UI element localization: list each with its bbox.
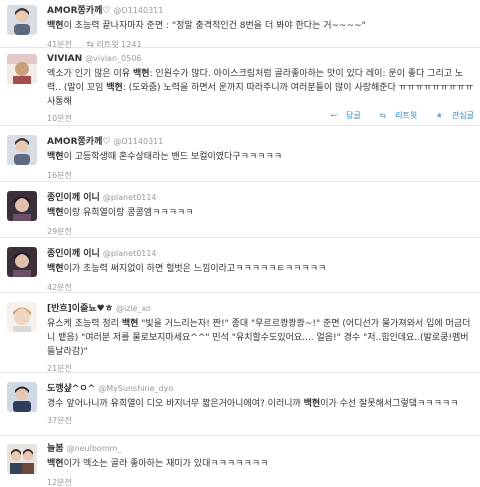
tweet-text: 백현이 초능력 끝나자마자 준면 : "정말 충격적인건 8번을 더 봐야 한다… [47, 19, 474, 33]
user-name[interactable]: AMOR쫑카께♡ [47, 6, 110, 16]
avatar[interactable] [7, 302, 37, 332]
tweet-text: 경수 앞어나니까 유희열이 디오 바지너무 짧은거아니에여? 이러니까 백현이가… [47, 397, 474, 411]
user-handle[interactable]: @vivian_0506 [85, 54, 141, 63]
tweet-body: AMOR쫑카께♡ @O1140311 백현이 고등학생때 혼수상태라는 밴드 보컬… [47, 135, 474, 182]
tweet-text: 엑소가 인기 많은 이유 백현: 인원수가 많다. 아이스크림처럼 골라좋아하는… [47, 67, 474, 109]
tweet-header: 종인이께 이니 @planet0114 [47, 191, 474, 204]
star-icon: ★ [435, 111, 443, 120]
tweet-text-part: 이가 수선 잘못해서그렇댘ㅋㅋㅋㅋㅋ [320, 399, 459, 409]
avatar[interactable] [7, 54, 37, 84]
tweet-meta: 37분전 [47, 415, 474, 427]
highlight-keyword: 백현 [47, 459, 64, 469]
tweet-actions: ↩ 답글 ⇆ 리트윗 ★ 관심글 [314, 110, 474, 121]
user-handle[interactable]: @O1140311 [113, 6, 163, 15]
user-name[interactable]: 도깽샾^ㅇ^ [47, 384, 95, 394]
avatar[interactable] [7, 444, 37, 474]
tweet-item[interactable]: 늘봄 @neulbomm_ 백현이가 엑소는 골라 좋아하는 재미가 있대ㅋㅋㅋㅋ… [0, 436, 480, 487]
user-handle[interactable]: @planet0114 [103, 249, 157, 258]
tweet-header: [반흐]이즐뇨♥ㅎ @izle_xo [47, 302, 474, 315]
tweet-header: AMOR쫑카께♡ @O1140311 [47, 135, 474, 148]
tweet-header: 도깽샾^ㅇ^ @MySunshine_dyo [47, 382, 474, 395]
tweet-time[interactable]: 21분전 [47, 364, 72, 373]
favorite-label: 관심글 [451, 111, 474, 120]
reply-button[interactable]: ↩ 답글 [322, 111, 360, 120]
tweet-header: VIVIAN @vivian_0506 [47, 52, 474, 65]
highlight-keyword: 백현 [47, 264, 64, 274]
avatar[interactable] [7, 247, 37, 277]
tweet-time[interactable]: 16분전 [47, 171, 72, 180]
highlight-keyword: 백현 [47, 208, 64, 218]
avatar[interactable] [7, 135, 37, 165]
user-handle[interactable]: @izle_xo [116, 304, 151, 313]
tweet-meta: 29분전 [47, 226, 474, 238]
tweet-body: AMOR쫑카께♡ @O1140311 백현이 초능력 끝나자마자 준면 : "정말… [47, 4, 474, 51]
favorite-button[interactable]: ★ 관심글 [428, 111, 474, 120]
highlight-keyword: 백현 [47, 21, 64, 31]
tweet-time[interactable]: 29분전 [47, 227, 72, 236]
tweet-text: 백현이 고등학생때 혼수상태라는 밴드 보컬이였다구ㅋㅋㅋㅋㅋ [47, 150, 474, 164]
avatar[interactable] [7, 191, 37, 221]
avatar[interactable] [7, 382, 37, 412]
reply-icon: ↩ [330, 111, 338, 120]
tweet-feed: AMOR쫑카께♡ @O1140311 백현이 초능력 끝나자마자 준면 : "정말… [0, 0, 480, 487]
user-handle[interactable]: @MySunshine_dyo [98, 384, 173, 393]
tweet-time[interactable]: 37분전 [47, 416, 72, 425]
tweet-text-part: 유스케 초능력 정리 [47, 319, 122, 329]
tweet-body: 종인이께 이니 @planet0114 백현이랑 유희열이랑 콩콩엠ㅋㅋㅋㅋㅋ 2… [47, 191, 474, 238]
tweet-text: 유스케 초능력 정리 백현 "빛을 거느리는자! 짠!" 종대 "우르르쾅쾅쾅~… [47, 317, 474, 359]
tweet-body: [반흐]이즐뇨♥ㅎ @izle_xo 유스케 초능력 정리 백현 "빛을 거느리는… [47, 302, 474, 375]
tweet-item[interactable]: [반흐]이즐뇨♥ㅎ @izle_xo 유스케 초능력 정리 백현 "빛을 거느리는… [0, 293, 480, 373]
tweet-time[interactable]: 10분전 [47, 114, 72, 123]
tweet-body: 도깽샾^ㅇ^ @MySunshine_dyo 경수 앞어나니까 유희열이 디오 바… [47, 382, 474, 427]
user-handle[interactable]: @planet0114 [103, 193, 157, 202]
tweet-header: AMOR쫑카께♡ @O1140311 [47, 4, 474, 17]
tweet-text-content: 이가 엑소는 골라 좋아하는 재미가 있대ㅋㅋㅋㅋㅋㅋㅋ [63, 459, 269, 469]
tweet-text-part: 경수 앞어나니까 유희열이 디오 바지너무 짧은거아니에여? 이러니까 [47, 399, 304, 409]
tweet-text-content: 이 초능력 끝나자마자 준면 : "정말 충격적인건 8번을 더 봐야 한다는 … [63, 21, 366, 31]
tweet-body: 종인이께 이니 @planet0114 백현이가 초능력 써지없이 하면 헐벗은 … [47, 247, 474, 294]
tweet-item[interactable]: AMOR쫑카께♡ @O1140311 백현이 초능력 끝나자마자 준면 : "정말… [0, 0, 480, 51]
retweet-icon: ⇆ [379, 111, 387, 120]
tweet-time[interactable]: 12분전 [47, 478, 72, 487]
user-name[interactable]: AMOR쫑카께♡ [47, 137, 110, 147]
highlight-keyword: 백현 [121, 319, 139, 329]
highlight-keyword: 백현 [106, 83, 123, 93]
tweet-item[interactable]: 종인이께 이니 @planet0114 백현이랑 유희열이랑 콩콩엠ㅋㅋㅋㅋㅋ 2… [0, 182, 480, 238]
retweet-button[interactable]: ⇆ 리트윗 [371, 111, 417, 120]
tweet-text: 백현이가 엑소는 골라 좋아하는 재미가 있대ㅋㅋㅋㅋㅋㅋㅋ [47, 457, 474, 471]
tweet-item[interactable]: VIVIAN @vivian_0506 엑소가 인기 많은 이유 백현: 인원수가… [0, 48, 480, 126]
highlight-keyword: 백현 [47, 152, 64, 162]
tweet-text: 백현이가 초능력 써지없이 하면 헐벗은 느낌이라고ㅋㅋㅋㅋㅋㅌㅋㅋㅋㅋㅋ [47, 262, 474, 276]
tweet-text-content: 이 고등학생때 혼수상태라는 밴드 보컬이였다구ㅋㅋㅋㅋㅋ [63, 152, 283, 162]
tweet-item[interactable]: AMOR쫑카께♡ @O1140311 백현이 고등학생때 혼수상태라는 밴드 보컬… [0, 126, 480, 182]
user-handle[interactable]: @O1140311 [113, 137, 163, 146]
tweet-item[interactable]: 도깽샾^ㅇ^ @MySunshine_dyo 경수 앞어나니까 유희열이 디오 바… [0, 373, 480, 436]
user-name[interactable]: 늘봄 [47, 444, 64, 454]
tweet-time[interactable]: 42분전 [47, 283, 72, 292]
user-name[interactable]: [반흐]이즐뇨♥ㅎ [47, 304, 113, 314]
highlight-keyword: 백현 [132, 69, 150, 79]
user-name[interactable]: 종인이께 이니 [47, 193, 100, 203]
highlight-keyword: 백현 [303, 399, 321, 409]
user-name[interactable]: 종인이께 이니 [47, 249, 100, 259]
tweet-text-content: 이랑 유희열이랑 콩콩엠ㅋㅋㅋㅋㅋ [63, 208, 194, 218]
tweet-text: 백현이랑 유희열이랑 콩콩엠ㅋㅋㅋㅋㅋ [47, 206, 474, 220]
avatar[interactable] [7, 5, 37, 35]
tweet-body: 늘봄 @neulbomm_ 백현이가 엑소는 골라 좋아하는 재미가 있대ㅋㅋㅋㅋ… [47, 442, 474, 487]
user-name[interactable]: VIVIAN [47, 54, 82, 64]
tweet-meta: 12분전 [47, 477, 474, 487]
reply-label: 답글 [346, 111, 361, 120]
tweet-item[interactable]: 종인이께 이니 @planet0114 백현이가 초능력 써지없이 하면 헐벗은 … [0, 238, 480, 293]
tweet-meta: 16분전 [47, 170, 474, 182]
tweet-header: 종인이께 이니 @planet0114 [47, 247, 474, 260]
user-handle[interactable]: @neulbomm_ [67, 444, 122, 453]
retweet-label: 리트윗 [395, 111, 418, 120]
tweet-text-part: 엑소가 인기 많은 이유 [47, 69, 133, 79]
tweet-text-content: 이가 초능력 써지없이 하면 헐벗은 느낌이라고ㅋㅋㅋㅋㅋㅌㅋㅋㅋㅋㅋ [63, 264, 327, 274]
tweet-header: 늘봄 @neulbomm_ [47, 442, 474, 455]
